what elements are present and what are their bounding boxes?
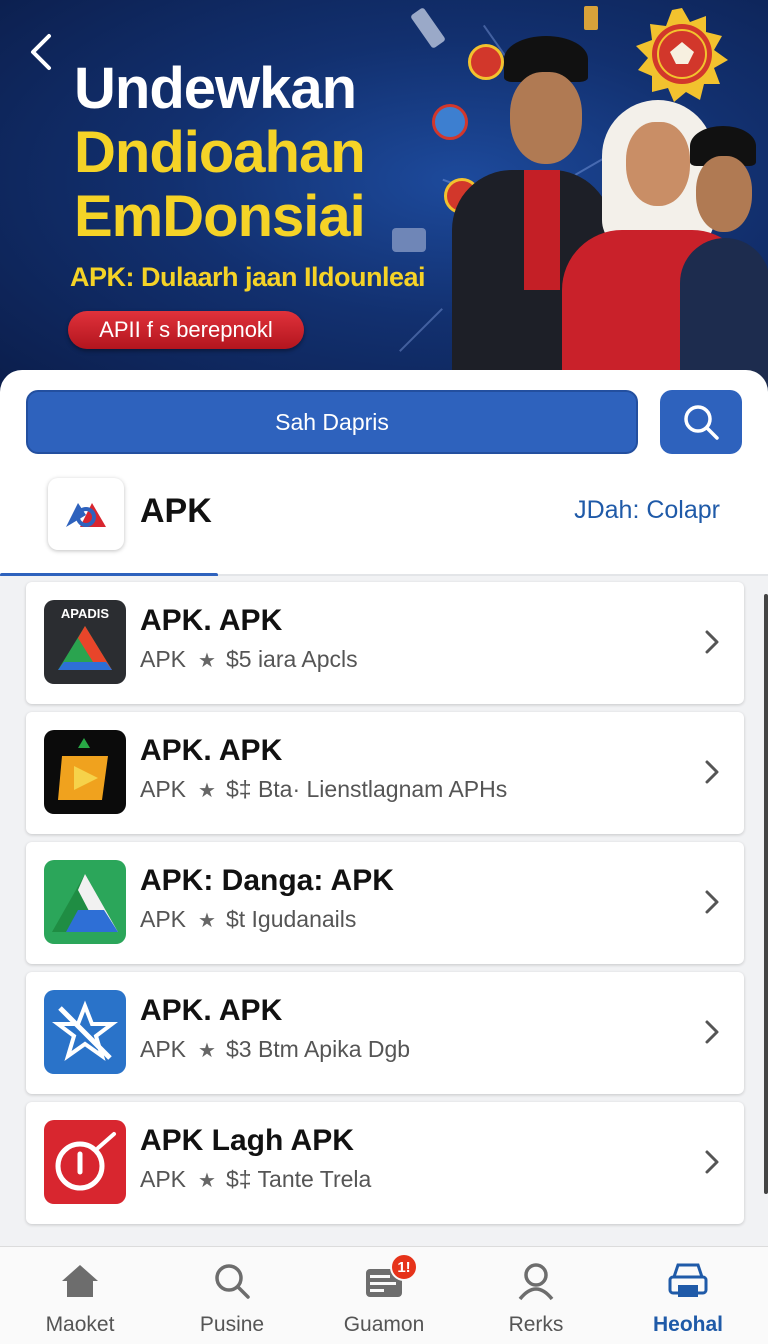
decor-ray <box>399 308 443 352</box>
star-icon: ★ <box>198 1170 216 1192</box>
chevron-right-icon <box>705 1020 719 1044</box>
search-icon <box>215 1264 250 1299</box>
home-icon <box>62 1265 98 1297</box>
chevron-right-icon <box>705 1150 719 1174</box>
back-button[interactable] <box>20 28 60 76</box>
app-category: APK <box>140 906 187 932</box>
notification-badge: 1! <box>390 1253 418 1281</box>
star-icon: ★ <box>198 780 216 802</box>
app-name: APK. APK <box>140 604 283 637</box>
app-list: APADIS APK. APK APK ★ $5 iara Apcls APK.… <box>0 576 768 1250</box>
app-list-item[interactable]: APK. APK APK ★ $3 Btm Apika Dgb <box>26 972 744 1094</box>
app-list-item[interactable]: APK Lagh APK APK ★ $‡ Tante Trela <box>26 1102 744 1224</box>
bottom-navigation: Maoket Pusine 1! Guamon Rerks Heohal <box>0 1246 768 1344</box>
red-dial-icon <box>44 1120 126 1204</box>
national-emblem-icon <box>636 8 728 102</box>
star-icon: ★ <box>198 910 216 932</box>
apk-store-logo-icon <box>48 478 124 550</box>
app-name: APK Lagh APK <box>140 1124 354 1157</box>
app-list-item[interactable]: APK: Danga: APK APK ★ $t Igudanails <box>26 842 744 964</box>
app-detail: $3 Btm Apika Dgb <box>225 1036 411 1062</box>
app-meta: APK ★ $‡ Tante Trela <box>140 1166 371 1193</box>
hero-title-line: Dndioahan <box>74 120 366 185</box>
hero-title: Undewkan Dndioahan EmDonsiai <box>74 60 494 246</box>
printer-icon <box>668 1263 708 1297</box>
nav-label: Rerks <box>508 1313 564 1336</box>
hero-title-line: Undewkan <box>74 56 357 121</box>
nav-label: Pusine <box>199 1313 265 1336</box>
app-list-item[interactable]: APADIS APK. APK APK ★ $5 iara Apcls <box>26 582 744 704</box>
app-category: APK <box>140 1166 187 1192</box>
app-category: APK <box>140 646 187 672</box>
chevron-right-icon <box>705 630 719 654</box>
usb-icon <box>409 7 447 49</box>
section-header: APK JDah: Colapr <box>0 470 768 576</box>
play-arrow-icon <box>44 730 126 814</box>
nav-label: Guamon <box>343 1313 425 1336</box>
apadis-logo-icon: APADIS <box>44 600 126 684</box>
search-icon <box>684 405 719 440</box>
section-title: APK <box>140 492 212 530</box>
app-list-item[interactable]: APK. APK APK ★ $‡ Bta· Lienstlagnam APHs <box>26 712 744 834</box>
app-category: APK <box>140 1036 187 1062</box>
app-detail: $‡ Bta· Lienstlagnam APHs <box>225 776 508 802</box>
content-sheet: Sah Dapris APK JDah: Colapr APADIS APK. … <box>0 370 768 1250</box>
app-meta: APK ★ $5 iara Apcls <box>140 646 358 673</box>
app-meta: APK ★ $t Igudanails <box>140 906 356 933</box>
star-slash-icon <box>44 990 126 1074</box>
app-meta: APK ★ $‡ Bta· Lienstlagnam APHs <box>140 776 507 803</box>
hero-banner: Undewkan Dndioahan EmDonsiai APK: Dulaar… <box>0 0 768 400</box>
scrollbar[interactable] <box>764 594 768 1194</box>
nav-item-search[interactable]: Pusine <box>172 1255 292 1339</box>
app-detail: $‡ Tante Trela <box>225 1166 372 1192</box>
chevron-left-icon <box>31 34 51 70</box>
search-input[interactable]: Sah Dapris <box>26 390 638 454</box>
nav-item-profile[interactable]: Rerks <box>476 1255 596 1339</box>
app-name: APK: Danga: APK <box>140 864 394 897</box>
star-icon: ★ <box>198 650 216 672</box>
nav-item-market[interactable]: Maoket <box>20 1255 140 1339</box>
nav-item-inbox[interactable]: 1! Guamon <box>324 1253 444 1339</box>
chevron-right-icon <box>705 890 719 914</box>
app-detail: $t Igudanails <box>225 906 357 932</box>
nav-label: Heohal <box>652 1313 723 1336</box>
search-button[interactable] <box>660 390 742 454</box>
app-name: APK. APK <box>140 994 283 1027</box>
hero-subtitle: APK: Dulaarh jaan Ildounleai <box>70 262 426 292</box>
hero-title-line: EmDonsiai <box>74 184 366 249</box>
app-detail: $5 iara Apcls <box>225 646 358 672</box>
app-category: APK <box>140 776 187 802</box>
nav-label: Maoket <box>45 1313 115 1336</box>
officer-figure-image <box>680 120 768 400</box>
section-see-all-link[interactable]: JDah: Colapr <box>574 496 720 525</box>
hero-cta-button[interactable]: APII f s berepnokl <box>68 311 304 349</box>
nav-item-heohal[interactable]: Heohal <box>628 1255 748 1339</box>
app-meta: APK ★ $3 Btm Apika Dgb <box>140 1036 410 1063</box>
chevron-right-icon <box>705 760 719 784</box>
app-name: APK. APK <box>140 734 283 767</box>
star-icon: ★ <box>198 1040 216 1062</box>
flag-icon <box>584 6 598 30</box>
drive-triangle-icon <box>44 860 126 944</box>
person-icon <box>518 1263 554 1301</box>
